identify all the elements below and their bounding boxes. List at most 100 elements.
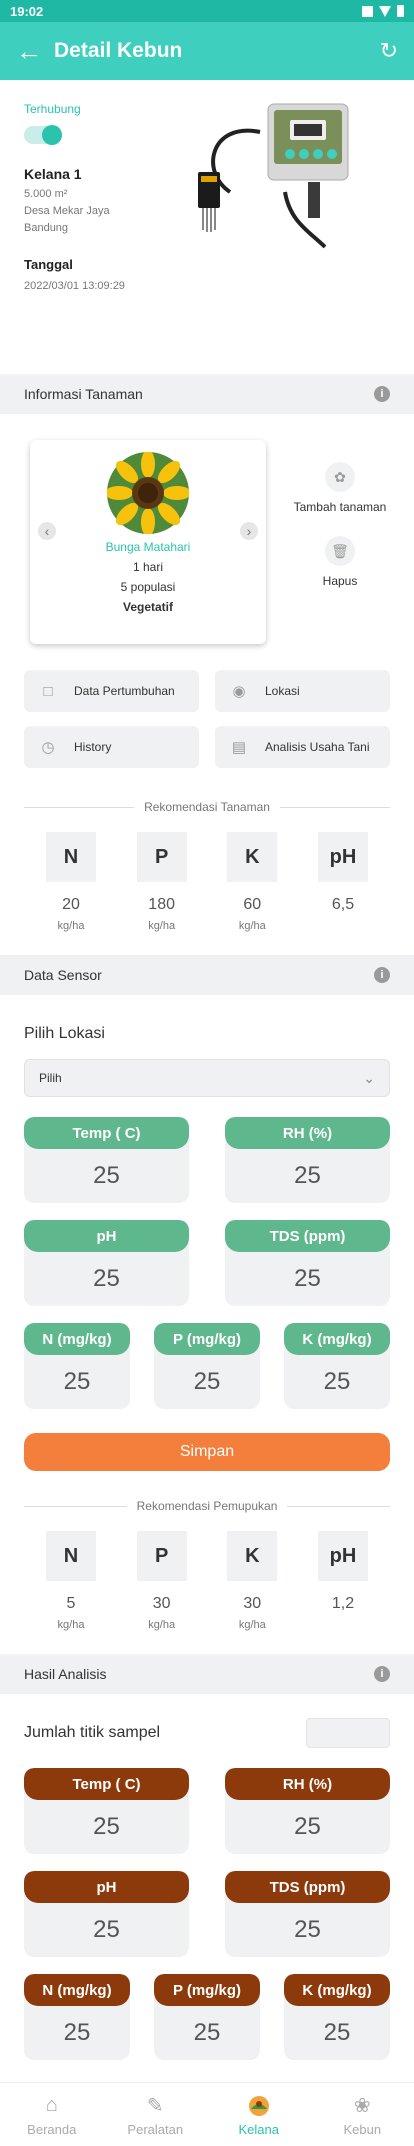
battery-icon — [397, 5, 404, 17]
npk-label: K — [227, 1531, 277, 1581]
data-pertumbuhan-button[interactable]: □ Data Pertumbuhan — [24, 670, 199, 712]
info-icon[interactable]: i — [374, 386, 390, 402]
nav-kelana[interactable]: Kelana — [207, 2083, 311, 2146]
temp-card: Temp ( C) 25 — [24, 1117, 189, 1203]
clock-icon: ◷ — [38, 737, 58, 757]
presentation-icon: ▤ — [229, 737, 249, 757]
card-header: N (mg/kg) — [24, 1974, 130, 2006]
card-value[interactable]: 25 — [24, 1149, 189, 1203]
sample-count-input[interactable] — [306, 1718, 390, 1748]
k-card: K (mg/kg) 25 — [284, 1974, 390, 2060]
sample-row: Jumlah titik sampel — [0, 1694, 414, 1748]
section-title: Informasi Tanaman — [24, 386, 143, 402]
rekomendasi-tanaman-title: Rekomendasi Tanaman — [0, 800, 414, 814]
ph-card: pH 25 — [24, 1871, 189, 1957]
info-icon[interactable]: i — [374, 967, 390, 983]
npk-value: 20 — [46, 896, 96, 914]
sensor-cards-row2: pH 25 TDS (ppm) 25 — [0, 1220, 414, 1306]
notification-icon — [362, 6, 373, 17]
sprout-icon: ✿ — [325, 462, 355, 492]
npk-value: 30 — [137, 1595, 187, 1613]
tds-card: TDS (ppm) 25 — [225, 1220, 390, 1306]
npk-item: K 60 kg/ha — [227, 832, 277, 933]
plant-card[interactable]: Bunga Matahari 1 hari 5 populasi Vegetat… — [30, 440, 266, 644]
menu-label: Data Pertumbuhan — [74, 684, 175, 698]
next-plant-button[interactable]: › — [240, 522, 258, 540]
history-button[interactable]: ◷ History — [24, 726, 199, 768]
lokasi-button[interactable]: ◉ Lokasi — [215, 670, 390, 712]
npk-item: N 5 kg/ha — [46, 1531, 96, 1632]
plant-population: 5 populasi — [30, 580, 266, 594]
menu-label: Lokasi — [265, 684, 300, 698]
npk-value: 1,2 — [318, 1595, 368, 1613]
nav-beranda[interactable]: ⌂ Beranda — [0, 2083, 104, 2146]
sensor-device-image — [190, 102, 370, 252]
card-header: RH (%) — [225, 1768, 390, 1800]
section-title: Data Sensor — [24, 967, 102, 983]
nav-peralatan[interactable]: ✎ Peralatan — [104, 2083, 208, 2146]
rh-card: RH (%) 25 — [225, 1768, 390, 1854]
info-icon[interactable]: i — [374, 1666, 390, 1682]
npk-value: 180 — [137, 896, 187, 914]
card-value: 25 — [225, 1800, 390, 1854]
tds-card: TDS (ppm) 25 — [225, 1871, 390, 1957]
refresh-icon[interactable]: ↻ — [380, 38, 398, 64]
card-value[interactable]: 25 — [284, 1355, 390, 1409]
nav-label: Kelana — [239, 2122, 279, 2137]
location-select[interactable]: Pilih ⌄ — [24, 1059, 390, 1097]
ph-card: pH 25 — [24, 1220, 189, 1306]
page-title: Detail Kebun — [54, 39, 380, 63]
card-header: TDS (ppm) — [225, 1220, 390, 1252]
card-header: N (mg/kg) — [24, 1323, 130, 1355]
npk-unit: kg/ha — [137, 1619, 187, 1632]
chevron-down-icon: ⌄ — [363, 1070, 375, 1087]
menu-label: History — [74, 740, 111, 754]
card-value: 25 — [154, 2006, 260, 2060]
card-header: Temp ( C) — [24, 1117, 189, 1149]
add-plant-button[interactable]: ✿ Tambah tanaman — [290, 462, 390, 514]
analysis-cards-row1: Temp ( C) 25 RH (%) 25 — [0, 1768, 414, 1854]
npk-value: 60 — [227, 896, 277, 914]
n-card: N (mg/kg) 25 — [24, 1974, 130, 2060]
analysis-cards-row2: pH 25 TDS (ppm) 25 — [0, 1871, 414, 1957]
nav-label: Kebun — [343, 2122, 381, 2137]
card-value[interactable]: 25 — [154, 1355, 260, 1409]
plant-area: Bunga Matahari 1 hari 5 populasi Vegetat… — [0, 414, 414, 632]
card-value: 25 — [284, 2006, 390, 2060]
npk-item: pH 1,2 — [318, 1531, 368, 1632]
pilih-lokasi-label: Pilih Lokasi — [0, 995, 414, 1043]
rekomendasi-tanaman-values: N 20 kg/ha P 180 kg/ha K 60 kg/ha pH 6,5 — [0, 814, 414, 933]
card-value[interactable]: 25 — [225, 1149, 390, 1203]
section-hasil-analisis: Hasil Analisis i — [0, 1654, 414, 1694]
sensor-cards-row1: Temp ( C) 25 RH (%) 25 — [0, 1117, 414, 1203]
trash-icon: 🗑 — [325, 536, 355, 566]
wifi-icon — [379, 6, 391, 17]
nav-kebun[interactable]: ❀ Kebun — [311, 2083, 414, 2146]
kelana-logo-icon — [246, 2092, 272, 2118]
delete-plant-button[interactable]: 🗑 Hapus — [290, 536, 390, 588]
n-card: N (mg/kg) 25 — [24, 1323, 130, 1409]
plant-menu: □ Data Pertumbuhan ◉ Lokasi ◷ History ▤ … — [0, 632, 414, 768]
save-button[interactable]: Simpan — [24, 1433, 390, 1471]
card-value[interactable]: 25 — [24, 1252, 189, 1306]
clipboard-icon: ✎ — [142, 2092, 168, 2118]
card-value: 25 — [24, 1800, 189, 1854]
card-header: K (mg/kg) — [284, 1323, 390, 1355]
status-bar: 19:02 — [0, 0, 414, 22]
analisis-usaha-tani-button[interactable]: ▤ Analisis Usaha Tani — [215, 726, 390, 768]
prev-plant-button[interactable]: ‹ — [38, 522, 56, 540]
back-arrow-icon[interactable]: ← — [16, 38, 46, 64]
card-value[interactable]: 25 — [24, 1355, 130, 1409]
npk-label: P — [137, 832, 187, 882]
connection-toggle[interactable] — [24, 126, 60, 144]
card-value[interactable]: 25 — [225, 1252, 390, 1306]
npk-unit — [318, 1619, 368, 1632]
npk-unit — [318, 920, 368, 933]
date-value: 2022/03/01 13:09:29 — [24, 280, 390, 292]
npk-unit: kg/ha — [227, 1619, 277, 1632]
npk-label: pH — [318, 1531, 368, 1581]
card-header: Temp ( C) — [24, 1768, 189, 1800]
sunflower-image — [107, 452, 189, 534]
section-informasi-tanaman: Informasi Tanaman i — [0, 374, 414, 414]
card-header: pH — [24, 1871, 189, 1903]
